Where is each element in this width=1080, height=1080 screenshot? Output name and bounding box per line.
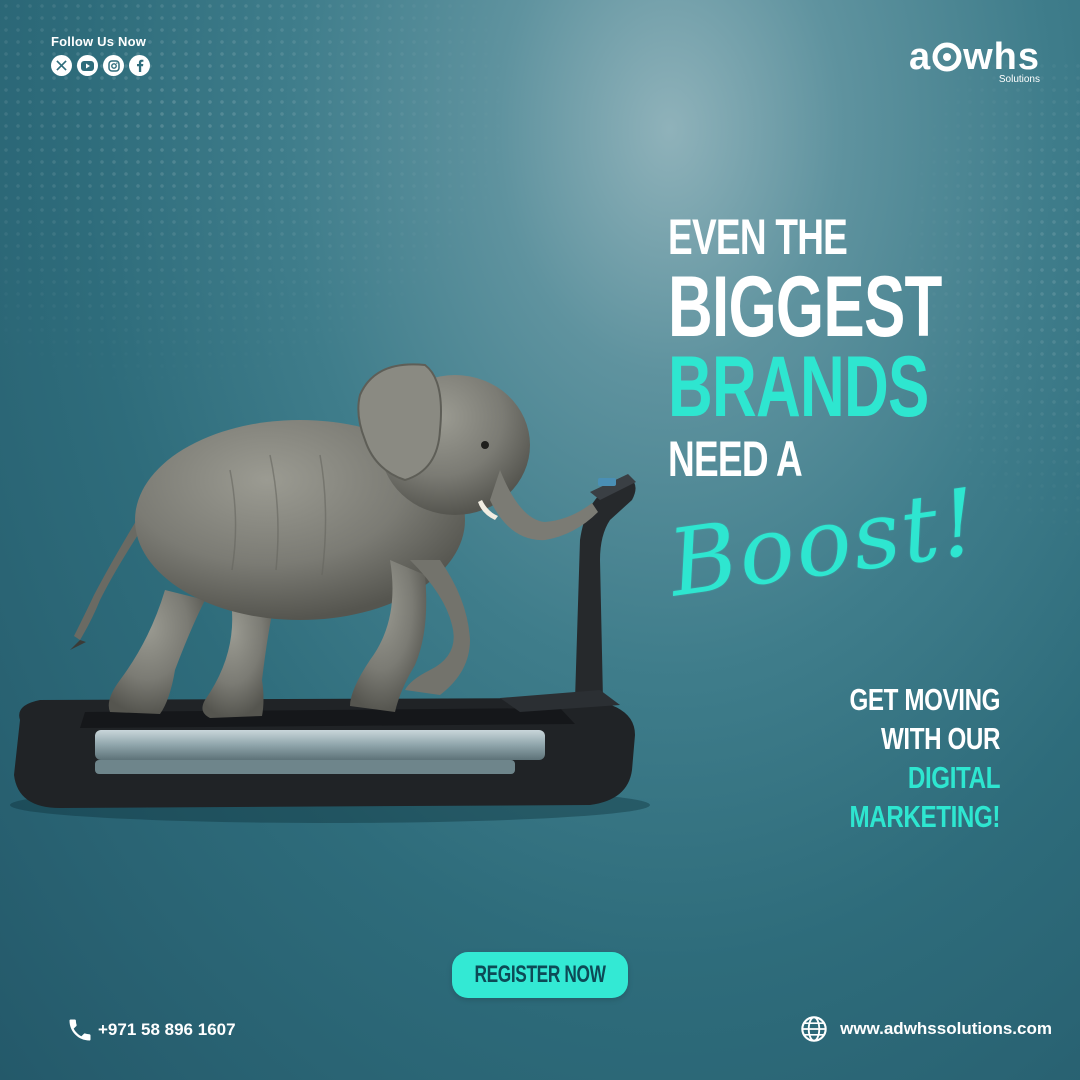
headline: EVEN THE BIGGEST BRANDS NEED A xyxy=(668,212,1048,484)
phone-contact[interactable]: +971 58 896 1607 xyxy=(66,1016,236,1044)
headline-line-3: BRANDS xyxy=(668,339,929,435)
youtube-icon[interactable] xyxy=(77,55,98,76)
globe-icon xyxy=(801,1016,827,1042)
follow-label: Follow Us Now xyxy=(51,34,147,49)
logo-text-end: whs xyxy=(963,36,1040,78)
brand-logo: a whs Solutions xyxy=(909,38,1040,85)
x-icon[interactable] xyxy=(51,55,72,76)
subheadline: GET MOVING WITH OUR DIGITAL MARKETING! xyxy=(807,680,1000,836)
logo-eye-icon xyxy=(932,42,962,72)
poster: Follow Us Now a whs Solutions EVEN THE B… xyxy=(0,0,1080,1080)
instagram-icon[interactable] xyxy=(103,55,124,76)
elephant-treadmill-illustration xyxy=(10,363,650,823)
subheadline-line-4: MARKETING! xyxy=(849,799,1000,834)
phone-number: +971 58 896 1607 xyxy=(98,1020,236,1039)
social-links xyxy=(51,55,150,76)
headline-line-1: EVEN THE xyxy=(668,209,848,265)
follow-section: Follow Us Now xyxy=(51,34,150,76)
website-contact[interactable]: www.adwhssolutions.com xyxy=(800,1015,1052,1043)
website-url: www.adwhssolutions.com xyxy=(840,1019,1052,1038)
subheadline-line-3: DIGITAL xyxy=(907,760,1001,795)
subheadline-line-2: WITH OUR xyxy=(880,721,1000,756)
subheadline-line-1: GET MOVING xyxy=(849,682,1000,717)
logo-wordmark: a whs xyxy=(909,38,1040,76)
facebook-icon[interactable] xyxy=(129,55,150,76)
logo-text-start: a xyxy=(908,36,932,78)
register-now-label: REGISTER NOW xyxy=(474,961,606,988)
phone-icon xyxy=(69,1019,91,1041)
register-now-button[interactable]: REGISTER NOW xyxy=(452,952,628,998)
headline-line-2: BIGGEST xyxy=(668,259,942,355)
